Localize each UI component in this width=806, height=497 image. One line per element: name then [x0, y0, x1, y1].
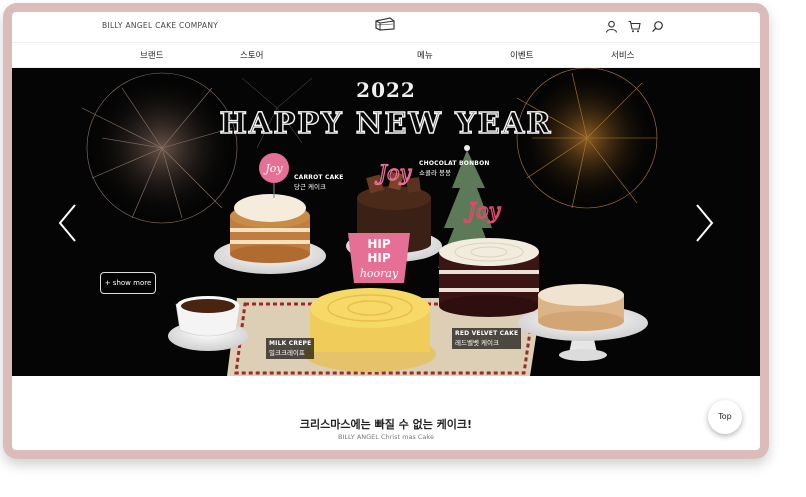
chevron-left-icon — [58, 204, 76, 242]
label-ko: 쇼콜라 봉봉 — [419, 168, 451, 177]
show-more-button[interactable]: + show more — [100, 272, 156, 294]
topper-text: Joy — [375, 161, 413, 185]
nav-item-store[interactable]: 스토어 — [240, 49, 263, 61]
label-en: CHOCOLAT BONBON — [419, 160, 490, 167]
user-icon[interactable] — [605, 18, 618, 33]
hero-headline: HAPPY NEW YEAR — [219, 105, 553, 140]
label-en: RED VELVET CAKE — [455, 330, 519, 337]
next-slide-button[interactable] — [693, 203, 715, 243]
topper-text: Joy — [464, 199, 502, 223]
page: BILLY ANGEL CAKE COMPANY 브랜드 스토어 메뉴 이벤트 … — [12, 12, 760, 450]
label-carrot-cake: CARROT CAKE 당근 케이크 — [294, 174, 344, 191]
label-ko: 당근 케이크 — [294, 182, 326, 191]
chevron-right-icon — [696, 204, 714, 242]
main-nav: 브랜드 스토어 메뉴 이벤트 서비스 — [12, 42, 760, 68]
topper-text: Joy — [263, 162, 283, 175]
section-subtitle: BILLY ANGEL Christ mas Cake — [338, 433, 434, 441]
header-icons — [605, 18, 664, 33]
cake-logo-icon[interactable] — [374, 16, 396, 32]
hero-year: 2022 — [356, 78, 416, 102]
nav-item-menu[interactable]: 메뉴 — [417, 49, 433, 61]
label-ko: 레드벨벳 케이크 — [455, 338, 499, 347]
topper-text: HIP — [367, 237, 391, 251]
label-en: MILK CREPE — [269, 340, 312, 347]
label-red-velvet: RED VELVET CAKE 레드벨벳 케이크 — [452, 328, 522, 349]
hero-banner: Joy Joy Joy HIP HIP hooray 2022 HAPPY NE… — [12, 68, 760, 376]
label-ko: 밀크크레이프 — [269, 348, 305, 357]
nav-item-event[interactable]: 이벤트 — [510, 49, 533, 61]
label-en: CARROT CAKE — [294, 174, 344, 181]
nav-item-brand[interactable]: 브랜드 — [140, 49, 163, 61]
topper-text: hooray — [360, 267, 399, 280]
label-chocolat-bonbon: CHOCOLAT BONBON 쇼콜라 봉봉 — [419, 160, 490, 177]
label-milk-crepe: MILK CREPE 밀크크레이프 — [266, 338, 315, 359]
topper-text: HIP — [367, 251, 391, 265]
scroll-top-button[interactable]: Top — [708, 400, 742, 434]
section-title: 크리스마스에는 빠질 수 없는 케이크! — [299, 418, 473, 431]
nav-item-service[interactable]: 서비스 — [611, 49, 634, 61]
search-icon[interactable] — [651, 18, 664, 33]
prev-slide-button[interactable] — [57, 203, 79, 243]
brand-name[interactable]: BILLY ANGEL CAKE COMPANY — [102, 21, 218, 30]
cart-icon[interactable] — [628, 18, 641, 33]
top-bar: BILLY ANGEL CAKE COMPANY — [12, 12, 760, 40]
